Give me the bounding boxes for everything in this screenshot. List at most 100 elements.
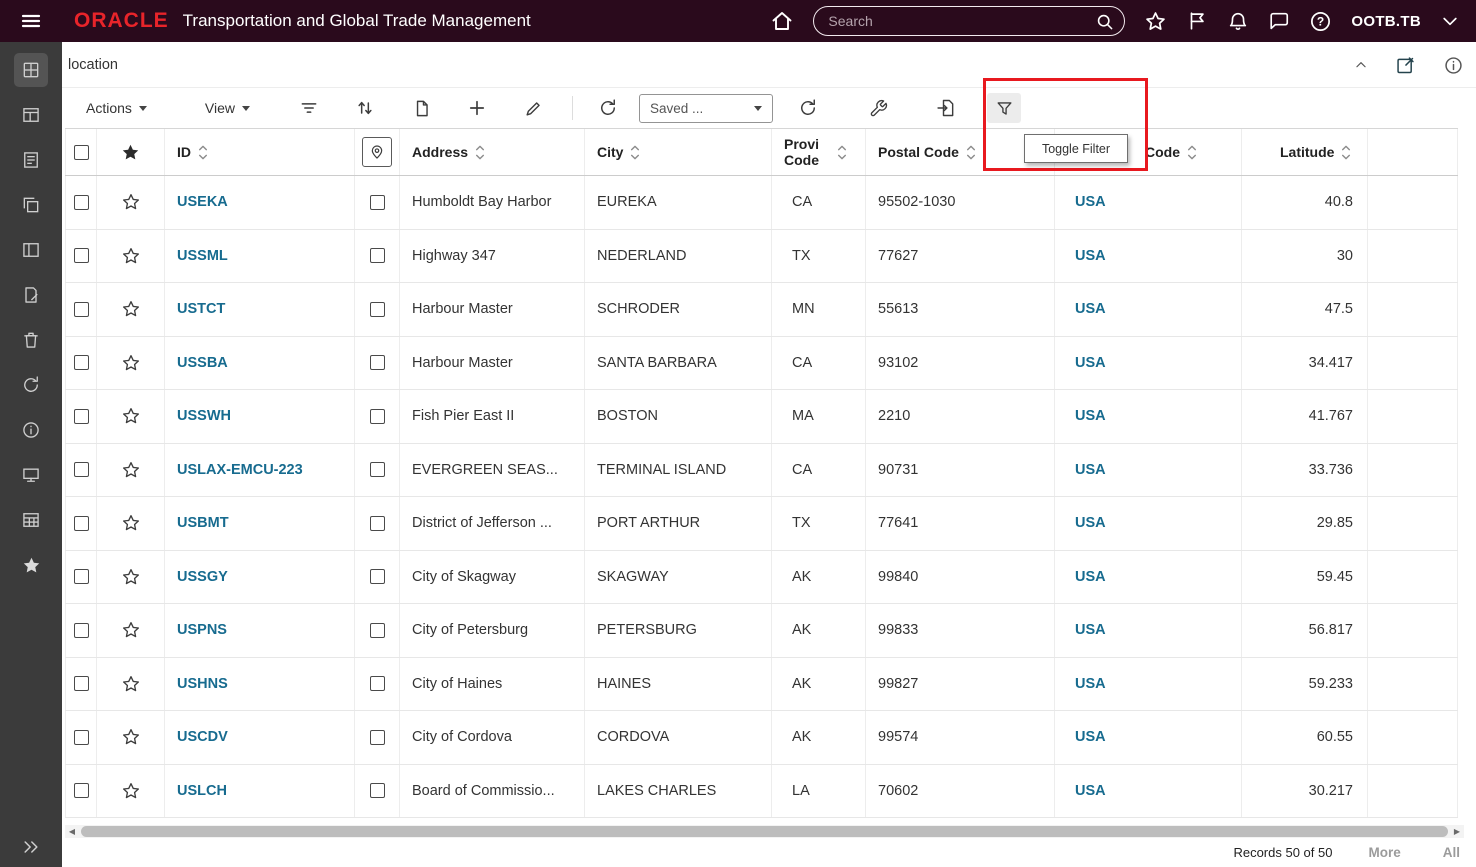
- favorite-star-icon[interactable]: [97, 551, 165, 604]
- add-icon[interactable]: [460, 93, 494, 123]
- country-code-link[interactable]: USA: [1075, 462, 1106, 478]
- location-id-link[interactable]: USLAX-EMCU-223: [177, 462, 303, 478]
- address-checkbox[interactable]: [370, 783, 385, 798]
- row-checkbox[interactable]: [74, 783, 89, 798]
- row-checkbox[interactable]: [74, 248, 89, 263]
- table-row[interactable]: USCDV City of Cordova CORDOVA AK 99574 U…: [65, 711, 1458, 765]
- country-code-link[interactable]: USA: [1075, 408, 1106, 424]
- sort-columns-icon[interactable]: [348, 93, 382, 123]
- chat-icon[interactable]: [1268, 10, 1290, 32]
- sidebar-data-table-icon[interactable]: [14, 503, 48, 537]
- address-checkbox[interactable]: [370, 195, 385, 210]
- refresh-icon[interactable]: [591, 93, 625, 123]
- country-code-link[interactable]: USA: [1075, 248, 1106, 264]
- favorite-star-icon[interactable]: [97, 230, 165, 283]
- info-icon[interactable]: [1443, 55, 1464, 76]
- table-row[interactable]: USEKA Humboldt Bay Harbor EUREKA CA 9550…: [65, 176, 1458, 230]
- sidebar-form-icon[interactable]: [14, 143, 48, 177]
- favorite-star-icon[interactable]: [97, 444, 165, 497]
- country-code-link[interactable]: USA: [1075, 569, 1106, 585]
- country-code-link[interactable]: USA: [1075, 355, 1106, 371]
- favorite-star-icon[interactable]: [97, 337, 165, 390]
- country-code-link[interactable]: USA: [1075, 301, 1106, 317]
- search-icon[interactable]: [1095, 12, 1114, 31]
- wrench-icon[interactable]: [861, 93, 895, 123]
- row-checkbox[interactable]: [74, 409, 89, 424]
- home-icon[interactable]: [770, 9, 794, 33]
- user-label[interactable]: OOTB.TB: [1351, 13, 1421, 30]
- location-id-link[interactable]: USEKA: [177, 194, 228, 210]
- sidebar-layout-icon[interactable]: [14, 233, 48, 267]
- col-header-address[interactable]: Address: [400, 129, 585, 175]
- scroll-left-arrow[interactable]: ◀: [65, 825, 79, 838]
- address-checkbox[interactable]: [370, 355, 385, 370]
- sidebar-workbench-icon[interactable]: [14, 98, 48, 132]
- favorite-star-icon[interactable]: [97, 711, 165, 764]
- country-code-link[interactable]: USA: [1075, 515, 1106, 531]
- col-header-province-code[interactable]: Provi Code: [772, 129, 866, 175]
- location-id-link[interactable]: USHNS: [177, 676, 228, 692]
- table-row[interactable]: USPNS City of Petersburg PETERSBURG AK 9…: [65, 604, 1458, 658]
- address-checkbox[interactable]: [370, 623, 385, 638]
- filter-list-icon[interactable]: [292, 93, 326, 123]
- location-id-link[interactable]: USSGY: [177, 569, 228, 585]
- collapse-panel-icon[interactable]: [1354, 58, 1368, 72]
- row-checkbox[interactable]: [74, 302, 89, 317]
- table-row[interactable]: USSGY City of Skagway SKAGWAY AK 99840 U…: [65, 551, 1458, 605]
- address-checkbox[interactable]: [370, 516, 385, 531]
- scrollbar-thumb[interactable]: [81, 826, 1448, 837]
- favorite-star-icon[interactable]: [97, 497, 165, 550]
- address-checkbox[interactable]: [370, 248, 385, 263]
- address-checkbox[interactable]: [370, 730, 385, 745]
- sidebar-monitor-icon[interactable]: [14, 458, 48, 492]
- favorite-star-icon[interactable]: [97, 604, 165, 657]
- location-id-link[interactable]: USTCT: [177, 301, 225, 317]
- col-header-city[interactable]: City: [585, 129, 772, 175]
- help-icon[interactable]: ?: [1309, 10, 1332, 33]
- favorite-star-icon[interactable]: [97, 283, 165, 336]
- table-row[interactable]: USHNS City of Haines HAINES AK 99827 USA…: [65, 658, 1458, 712]
- table-row[interactable]: USLAX-EMCU-223 EVERGREEN SEAS... TERMINA…: [65, 444, 1458, 498]
- sidebar-document-edit-icon[interactable]: [14, 278, 48, 312]
- location-id-link[interactable]: USPNS: [177, 622, 227, 638]
- reload-icon[interactable]: [791, 93, 825, 123]
- country-code-link[interactable]: USA: [1075, 676, 1106, 692]
- sidebar-star-icon[interactable]: [14, 548, 48, 582]
- sidebar-refresh-icon[interactable]: [14, 368, 48, 402]
- table-row[interactable]: USSWH Fish Pier East II BOSTON MA 2210 U…: [65, 390, 1458, 444]
- location-id-link[interactable]: USSWH: [177, 408, 231, 424]
- tab-location[interactable]: location: [68, 57, 118, 73]
- table-row[interactable]: USSML Highway 347 NEDERLAND TX 77627 USA…: [65, 230, 1458, 284]
- col-header-latitude[interactable]: Latitude: [1242, 129, 1368, 175]
- row-checkbox[interactable]: [74, 462, 89, 477]
- actions-dropdown[interactable]: Actions: [86, 100, 147, 116]
- favorite-star-icon[interactable]: [97, 390, 165, 443]
- row-checkbox[interactable]: [74, 355, 89, 370]
- flag-icon[interactable]: [1186, 10, 1208, 32]
- favorite-star-icon[interactable]: [97, 658, 165, 711]
- favorite-star-icon[interactable]: [97, 176, 165, 229]
- table-row[interactable]: USBMT District of Jefferson ... PORT ART…: [65, 497, 1458, 551]
- row-checkbox[interactable]: [74, 730, 89, 745]
- select-all-checkbox[interactable]: [74, 145, 89, 160]
- favorite-star-icon[interactable]: [97, 765, 165, 818]
- location-id-link[interactable]: USSBA: [177, 355, 228, 371]
- all-button[interactable]: All: [1443, 845, 1460, 860]
- row-checkbox[interactable]: [74, 623, 89, 638]
- expand-sidebar-icon[interactable]: [0, 837, 62, 857]
- sidebar-copy-icon[interactable]: [14, 188, 48, 222]
- more-button[interactable]: More: [1368, 845, 1400, 860]
- search-input[interactable]: [828, 13, 1095, 29]
- saved-query-dropdown[interactable]: Saved ...: [639, 94, 773, 123]
- favorite-column-header[interactable]: [97, 129, 165, 175]
- table-row[interactable]: USLCH Board of Commissio... LAKES CHARLE…: [65, 765, 1458, 819]
- user-chevron-down-icon[interactable]: [1440, 11, 1460, 31]
- sidebar-info-icon[interactable]: [14, 413, 48, 447]
- new-document-icon[interactable]: [404, 93, 438, 123]
- hamburger-menu-icon[interactable]: [0, 0, 62, 42]
- edit-page-icon[interactable]: [1395, 55, 1416, 76]
- favorites-star-icon[interactable]: [1144, 10, 1167, 33]
- view-dropdown[interactable]: View: [205, 100, 250, 116]
- bell-icon[interactable]: [1227, 10, 1249, 32]
- location-id-link[interactable]: USSML: [177, 248, 228, 264]
